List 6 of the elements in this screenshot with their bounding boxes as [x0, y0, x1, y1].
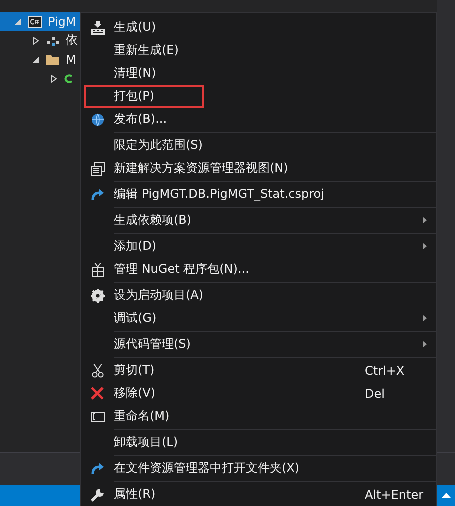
tree-item-label: 依: [66, 32, 78, 49]
tree-item-label: PigM: [48, 14, 76, 28]
shortcut-label: Del: [365, 386, 385, 400]
shortcut-label: Alt+Enter: [365, 488, 424, 502]
shortcut-label: Ctrl+X: [365, 364, 405, 378]
tree-item-label: M: [66, 52, 76, 66]
